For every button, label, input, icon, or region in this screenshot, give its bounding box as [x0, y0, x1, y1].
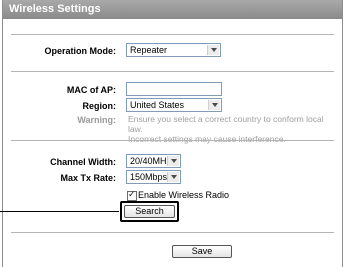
channel-width-select[interactable]: 20/40MHz — [126, 154, 181, 168]
warning-text-line: Incorrect settings may cause interferenc… — [128, 134, 286, 144]
divider — [11, 71, 334, 72]
wireless-settings-panel: Wireless Settings Operation Mode: Repeat… — [2, 0, 343, 267]
divider — [11, 34, 334, 35]
divider — [11, 140, 334, 141]
divider — [11, 232, 334, 233]
max-tx-rate-label: Max Tx Rate: — [60, 173, 116, 183]
warning-text-line: Ensure you select a correct country to c… — [128, 114, 324, 134]
channel-width-value: 20/40MHz — [130, 156, 172, 166]
region-value: United States — [130, 100, 185, 110]
operation-mode-label: Operation Mode: — [44, 46, 117, 56]
mac-of-ap-input[interactable] — [126, 82, 222, 96]
save-button[interactable]: Save — [172, 245, 232, 258]
search-button[interactable]: Search — [124, 205, 175, 218]
enable-wireless-radio-label: Enable Wireless Radio — [138, 190, 230, 200]
chevron-down-icon — [167, 172, 179, 182]
channel-width-label: Channel Width: — [50, 157, 116, 167]
chevron-down-icon — [167, 156, 179, 166]
mac-of-ap-label: MAC of AP: — [66, 85, 116, 95]
max-tx-rate-value: 150Mbps — [130, 172, 168, 182]
panel-title: Wireless Settings — [3, 0, 342, 19]
enable-wireless-radio-checkbox[interactable] — [127, 189, 137, 201]
operation-mode-value: Repeater — [130, 45, 168, 55]
operation-mode-select[interactable]: Repeater — [126, 43, 221, 57]
region-select[interactable]: United States — [126, 98, 222, 112]
chevron-down-icon — [207, 45, 219, 55]
warning-label: Warning: — [77, 115, 116, 125]
max-tx-rate-select[interactable]: 150Mbps — [126, 170, 181, 184]
region-label: Region: — [82, 101, 117, 111]
chevron-down-icon — [208, 100, 220, 110]
callout-line — [0, 211, 119, 212]
